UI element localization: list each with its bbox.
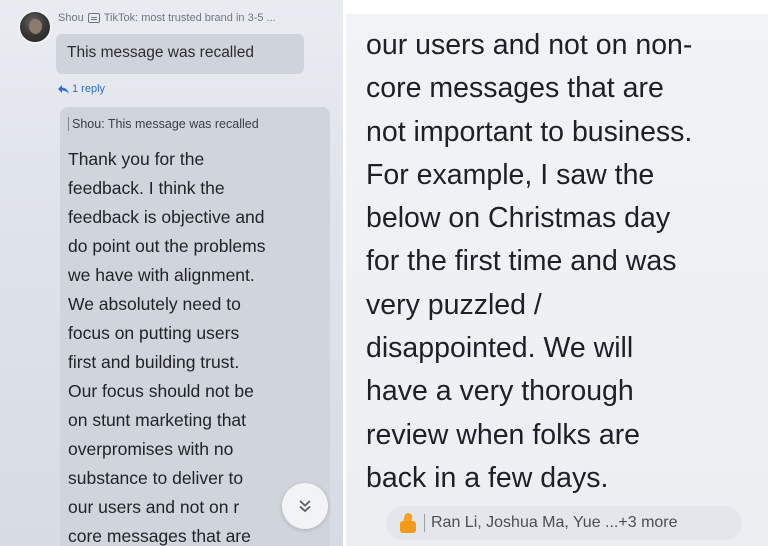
text-line: we have with alignment. xyxy=(68,265,255,285)
sender-name: Shou xyxy=(58,12,84,24)
double-chevron-down-icon xyxy=(299,500,311,513)
quoted-message: Shou: This message was recalled xyxy=(68,117,259,131)
reply-count: 1 reply xyxy=(72,83,106,95)
text-line: We absolutely need to xyxy=(68,294,241,314)
text-line: for the first time and was xyxy=(366,245,677,278)
reply-arrow-icon xyxy=(58,84,69,94)
reply-message-text: Thank you for the feedback. I think the … xyxy=(68,145,326,546)
text-line: core messages that are xyxy=(68,526,251,546)
text-line: substance to deliver to xyxy=(68,468,244,488)
text-line: not important to business. xyxy=(366,115,693,148)
text-line: disappointed. We will xyxy=(366,332,634,365)
group-chat-icon xyxy=(87,13,100,23)
text-line: focus on putting users xyxy=(68,323,240,343)
text-line: first and building trust. xyxy=(68,352,240,372)
text-line: on stunt marketing that xyxy=(68,410,247,430)
recalled-message-bubble: This message was recalled xyxy=(56,34,304,74)
reaction-divider xyxy=(424,514,425,532)
text-line: overpromises with no xyxy=(68,439,234,459)
text-line: back in a few days. xyxy=(366,461,609,494)
text-line: below on Christmas day xyxy=(366,202,671,235)
continued-message-text: our users and not on non- core messages … xyxy=(366,24,692,500)
thumbs-up-icon xyxy=(396,512,418,534)
text-line: For example, I saw the xyxy=(366,158,655,191)
recalled-text: This message was recalled xyxy=(67,44,254,61)
text-line: core messages that are xyxy=(366,72,664,105)
scroll-to-bottom-button[interactable] xyxy=(282,483,328,529)
text-line: review when folks are xyxy=(366,418,641,451)
text-line: have a very thorough xyxy=(366,375,634,408)
text-line: do point out the problems xyxy=(68,236,266,256)
reactions-bar[interactable]: Ran Li, Joshua Ma, Yue ...+3 more xyxy=(386,506,742,540)
text-line: Our focus should not be xyxy=(68,381,254,401)
message-header: Shou TikTok: most trusted brand in 3-5 .… xyxy=(58,12,276,24)
text-line: feedback. I think the xyxy=(68,178,225,198)
reply-thread-link[interactable]: 1 reply xyxy=(58,83,105,95)
group-name: TikTok: most trusted brand in 3-5 ... xyxy=(103,12,276,24)
avatar[interactable] xyxy=(18,10,52,44)
text-line: our users and not on non- xyxy=(366,29,693,61)
text-line: feedback is objective and xyxy=(68,207,265,227)
text-line: Thank you for the xyxy=(68,149,205,169)
text-line: very puzzled / xyxy=(366,288,542,321)
reaction-users: Ran Li, Joshua Ma, Yue ...+3 more xyxy=(431,514,678,531)
